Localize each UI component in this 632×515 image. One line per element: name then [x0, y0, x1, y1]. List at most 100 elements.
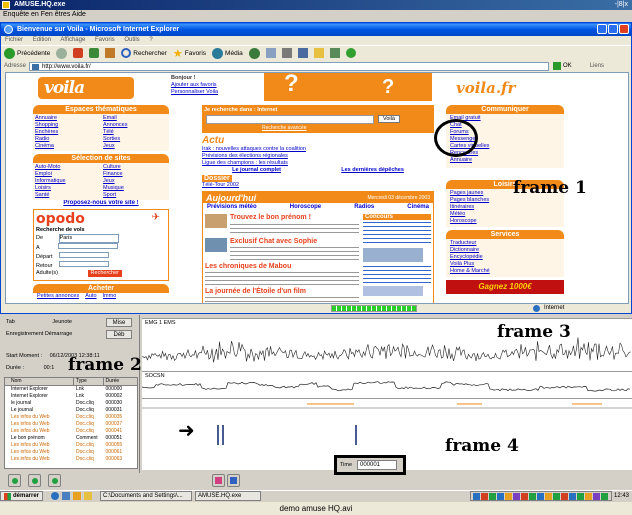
tray-icon[interactable]: [488, 492, 496, 500]
opodo-search-button[interactable]: Rechercher: [87, 270, 122, 277]
stop-button[interactable]: [73, 48, 84, 58]
tray-icon[interactable]: [480, 492, 488, 500]
acheter-link[interactable]: Petites annonces: [37, 293, 79, 300]
left-link[interactable]: Enchères: [35, 129, 99, 136]
chat-title[interactable]: Exclusif Chat avec Sophie: [205, 238, 359, 245]
concours-thumb[interactable]: [363, 248, 423, 262]
record-button[interactable]: [212, 474, 225, 487]
services-link[interactable]: Home & Marché: [450, 268, 560, 275]
services-link[interactable]: Encyclopédie: [450, 254, 560, 261]
tray-icon[interactable]: [472, 492, 480, 500]
folder-quicklaunch-icon[interactable]: [84, 492, 93, 500]
messenger-button[interactable]: [345, 48, 356, 58]
left-link[interactable]: Email: [103, 115, 167, 122]
selection-link[interactable]: Musique: [103, 185, 167, 192]
table-row[interactable]: Les infos du Web Doc.cliq 000041: [5, 428, 137, 435]
taskbar-item[interactable]: AMUSE.HQ.exe: [195, 491, 262, 501]
address-input[interactable]: http://www.voila.fr/: [29, 61, 550, 71]
acheter-link[interactable]: Immo: [103, 293, 117, 300]
menu-tools[interactable]: Outils: [124, 37, 139, 43]
menu-edit[interactable]: Edition: [33, 37, 51, 43]
favorites-button[interactable]: ★ Favoris: [173, 47, 206, 60]
services-link[interactable]: Traducteur: [450, 240, 560, 247]
news-thumb-2[interactable]: [205, 238, 227, 252]
selection-link[interactable]: Santé: [35, 192, 99, 199]
start-button[interactable]: démarrer: [0, 491, 44, 501]
tray-icon[interactable]: [520, 492, 528, 500]
loisirs-link[interactable]: Pages blanches: [450, 197, 560, 204]
dossier-link[interactable]: Télé-Tour 2002: [202, 182, 434, 189]
event-list[interactable]: Nom Type Durée Internet Explorer Lnk 00000…: [4, 377, 138, 469]
tray-icon[interactable]: [560, 492, 568, 500]
close-icon[interactable]: [619, 24, 629, 34]
tray-icon[interactable]: [512, 492, 520, 500]
selection-link[interactable]: Loisirs: [35, 185, 99, 192]
loisirs-link[interactable]: Météo: [450, 211, 560, 218]
trouve-title[interactable]: Trouvez le bon prénom !: [205, 214, 359, 221]
table-row[interactable]: Internet Explorer Lnk 000002: [5, 393, 137, 400]
opodo-retour-select[interactable]: [59, 261, 110, 267]
promo-banner[interactable]: ? ?: [264, 73, 432, 101]
play-button[interactable]: [8, 474, 21, 487]
column-header[interactable]: Type: [74, 378, 104, 385]
voila-search-button[interactable]: Voilà: [378, 115, 400, 123]
loisirs-link[interactable]: Itinéraires: [450, 204, 560, 211]
desktop-quicklaunch-icon[interactable]: [62, 492, 71, 500]
opodo-from-input[interactable]: Paris: [58, 234, 119, 243]
debut-button[interactable]: Déb: [106, 330, 132, 339]
back-button[interactable]: Précédente: [4, 47, 50, 59]
left-link[interactable]: Shopping: [35, 122, 99, 129]
refresh-button[interactable]: [89, 48, 100, 58]
menu-file[interactable]: Fichier: [5, 37, 23, 43]
tray-icon[interactable]: [584, 492, 592, 500]
journal-title[interactable]: La journée de l'Étoile d'un film: [205, 288, 359, 295]
opodo-depart-select[interactable]: [59, 252, 110, 258]
mise-button[interactable]: Mise: [106, 318, 132, 327]
forward-button[interactable]: [56, 47, 68, 59]
media-quicklaunch-icon[interactable]: [73, 492, 82, 500]
maximize-icon[interactable]: [608, 24, 618, 34]
selection-link[interactable]: Culture: [103, 164, 167, 171]
links-label[interactable]: Liens: [590, 63, 604, 69]
tab-meteo[interactable]: Prévisions météo: [207, 204, 257, 210]
table-row[interactable]: Les infos du Web Doc.cliq 000037: [5, 421, 137, 428]
table-row[interactable]: Les infos du Web Doc.cliq 000055: [5, 442, 137, 449]
search-input[interactable]: [206, 115, 374, 124]
selection-link[interactable]: Informatique: [35, 178, 99, 185]
edit-button[interactable]: [297, 48, 308, 58]
tray-icon[interactable]: [576, 492, 584, 500]
go-button[interactable]: OK: [553, 62, 572, 70]
table-row[interactable]: le journal Doc.cliq 000030: [5, 400, 137, 407]
actu-link[interactable]: Irak : nouvelles attaques contre la coal…: [202, 146, 434, 153]
selection-link[interactable]: Finance: [103, 171, 167, 178]
table-row[interactable]: Les infos du Web Doc.cliq 000063: [5, 456, 137, 463]
print-button[interactable]: [281, 48, 292, 58]
services-link[interactable]: Dictionnaire: [450, 247, 560, 254]
opodo-to-input[interactable]: [57, 243, 118, 249]
menu-view[interactable]: Affichage: [60, 37, 85, 43]
gagnez-banner[interactable]: Gagnez 1000€: [446, 280, 564, 294]
actu-link[interactable]: Ligue des champions : les résultats: [202, 160, 434, 167]
menu-favorites[interactable]: Favoris: [95, 37, 115, 43]
depeches-link[interactable]: Les dernières dépêches: [341, 167, 404, 174]
ie-window-controls[interactable]: [597, 24, 629, 34]
discuss-button[interactable]: [329, 48, 340, 58]
left-link[interactable]: Radio: [35, 136, 99, 143]
column-header[interactable]: Durée: [104, 378, 137, 385]
table-row[interactable]: Les infos du Web Doc.cliq 000061: [5, 449, 137, 456]
left-link[interactable]: Télé: [103, 129, 167, 136]
voila-logo[interactable]: voila: [38, 77, 134, 99]
folder-button[interactable]: [313, 48, 324, 58]
tray-icon[interactable]: [496, 492, 504, 500]
tab-horoscope[interactable]: Horoscope: [290, 204, 321, 210]
app-menu[interactable]: Enquête en Fen êtres Aide: [3, 11, 86, 18]
proposez-link[interactable]: Proposez-nous votre site !: [33, 200, 169, 207]
selection-link[interactable]: Emploi: [35, 171, 99, 178]
tray-icon[interactable]: [536, 492, 544, 500]
left-link[interactable]: Annuaire: [35, 115, 99, 122]
left-link[interactable]: Cinéma: [35, 143, 99, 150]
personalize-link[interactable]: Personnaliser Voila: [171, 89, 261, 96]
left-link[interactable]: Jeux: [103, 143, 167, 150]
selection-link[interactable]: Jeux: [103, 178, 167, 185]
right-link[interactable]: Annuaire: [450, 157, 560, 164]
